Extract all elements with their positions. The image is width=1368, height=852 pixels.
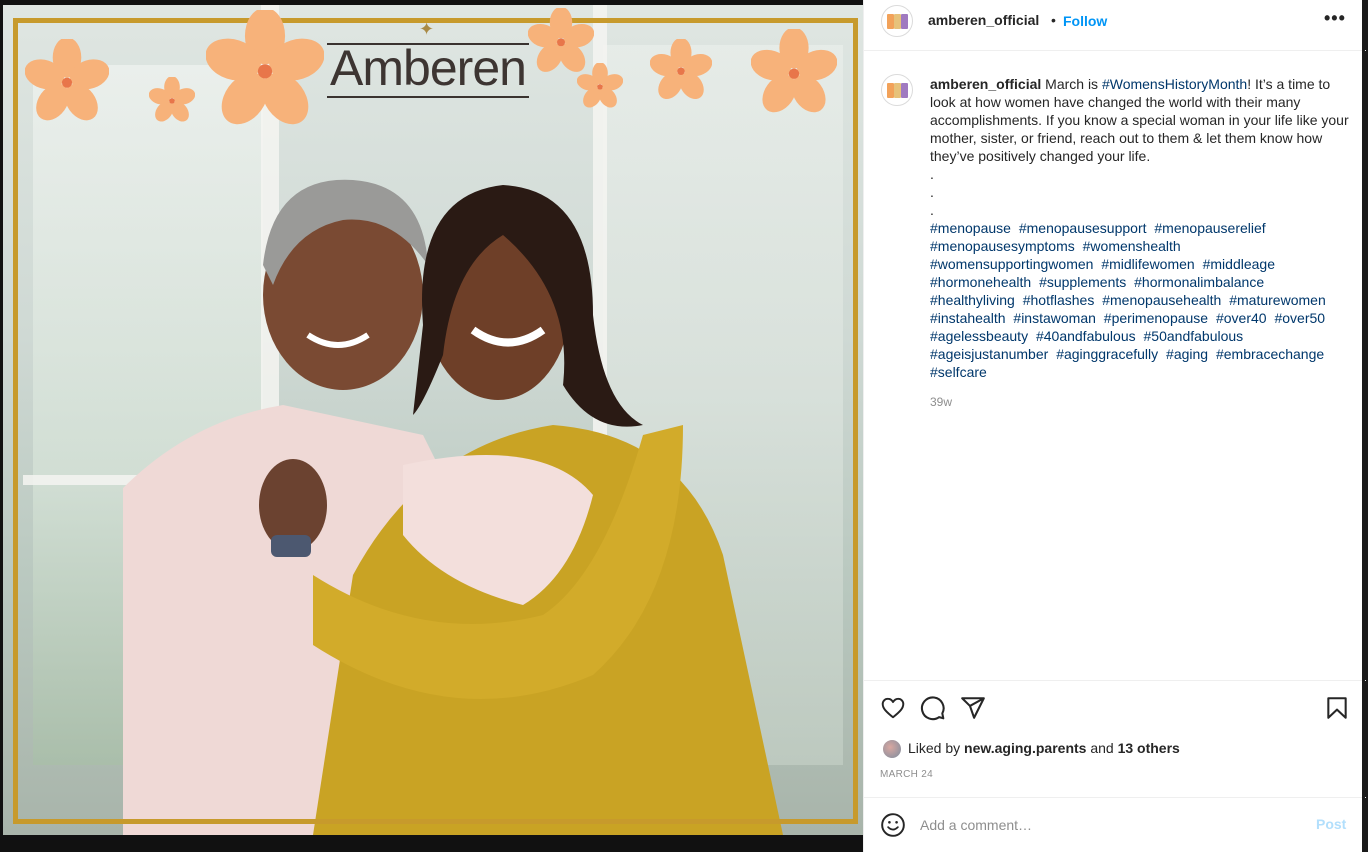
comment-icon[interactable] (920, 695, 946, 721)
brand-logo-text: Amberen (330, 40, 527, 96)
caption-avatar[interactable] (881, 74, 913, 106)
flower-decoration (751, 29, 837, 113)
liked-by-others[interactable]: 13 others (1118, 740, 1180, 756)
hashtag-link[interactable]: #selfcare (930, 364, 987, 380)
hashtag-link[interactable]: #midlifewomen (1101, 256, 1194, 272)
caption-timestamp[interactable]: 39w (930, 395, 952, 409)
brand-logo: ✦ Amberen (323, 17, 533, 98)
more-options-icon[interactable]: ••• (1324, 8, 1346, 29)
hashtag-link[interactable]: #aging (1166, 346, 1208, 362)
comment-bar: Post (864, 797, 1366, 852)
profile-avatar[interactable] (881, 5, 913, 37)
hashtag-link[interactable]: #over40 (1216, 310, 1267, 326)
caption-dots: . . . (930, 165, 1350, 219)
flower-decoration (25, 39, 109, 121)
post-comment-button[interactable]: Post (1316, 816, 1346, 832)
hashtag-link[interactable]: #supplements (1039, 274, 1126, 290)
post-photo: ✦ Amberen (3, 5, 863, 835)
post-details-panel: amberen_official • Follow ••• amberen_of… (863, 0, 1366, 852)
hashtag-link[interactable]: #perimenopause (1104, 310, 1208, 326)
follow-button[interactable]: Follow (1063, 13, 1107, 29)
flower-decoration (149, 77, 195, 122)
hashtag-link[interactable]: #instahealth (930, 310, 1006, 326)
window-edge (1362, 0, 1365, 852)
hashtag-list: #menopause #menopausesupport #menopauser… (930, 219, 1350, 381)
liker-avatar[interactable] (882, 739, 902, 759)
caption-text-before: March is (1045, 76, 1102, 92)
caption-username[interactable]: amberen_official (930, 76, 1041, 92)
flower-decoration (577, 63, 623, 108)
hashtag-link[interactable]: #menopausesupport (1019, 220, 1147, 236)
flower-decoration (650, 39, 712, 100)
caption-dot: . (930, 184, 934, 200)
hashtag-link[interactable]: #middleage (1203, 256, 1275, 272)
comment-input[interactable] (920, 815, 1300, 835)
gold-frame (13, 18, 858, 824)
post-header: amberen_official • Follow ••• (864, 0, 1366, 51)
liked-by-and: and (1090, 740, 1114, 756)
smiley-icon[interactable] (880, 812, 906, 838)
hashtag-link[interactable]: #over50 (1274, 310, 1325, 326)
hashtag-link[interactable]: #womensupportingwomen (930, 256, 1093, 272)
liked-by-user[interactable]: new.aging.parents (964, 740, 1086, 756)
liked-by-prefix: Liked by (908, 740, 961, 756)
hashtag-link[interactable]: #womenshealth (1083, 238, 1181, 254)
hashtag-link[interactable]: #embracechange (1216, 346, 1324, 362)
hashtag-link[interactable]: #aginggracefully (1056, 346, 1158, 362)
hashtag-link[interactable]: #agelessbeauty (930, 328, 1028, 344)
hashtag-link[interactable]: #menopause (930, 220, 1011, 236)
post-date[interactable]: MARCH 24 (880, 769, 933, 780)
header-username[interactable]: amberen_official (928, 12, 1039, 28)
hashtag-link[interactable]: #menopausesymptoms (930, 238, 1075, 254)
hashtag-link[interactable]: #40andfabulous (1036, 328, 1136, 344)
hashtag-link[interactable]: #maturewomen (1229, 292, 1326, 308)
paper-plane-icon[interactable] (960, 695, 986, 721)
caption-hashtag-link[interactable]: #WomensHistoryMonth (1102, 76, 1247, 92)
caption-dot: . (930, 166, 934, 182)
hashtag-link[interactable]: #menopausehealth (1102, 292, 1221, 308)
logo-rule-bottom (327, 96, 529, 98)
header-separator: • (1051, 12, 1056, 28)
bookmark-icon[interactable] (1324, 695, 1350, 721)
dragonfly-icon: ✦ (419, 19, 435, 39)
hashtag-link[interactable]: #hormonehealth (930, 274, 1031, 290)
post-media[interactable]: ✦ Amberen (0, 0, 863, 852)
flower-decoration (206, 10, 324, 125)
hashtag-link[interactable]: #hormonalimbalance (1134, 274, 1264, 290)
caption-dot: . (930, 202, 934, 218)
hashtag-link[interactable]: #ageisjustanumber (930, 346, 1048, 362)
action-bar (864, 680, 1366, 734)
liked-by-summary: Liked by new.aging.parents and 13 others (908, 740, 1180, 756)
hashtag-link[interactable]: #hotflashes (1023, 292, 1095, 308)
hashtag-link[interactable]: #instawoman (1013, 310, 1096, 326)
hashtag-link[interactable]: #50andfabulous (1144, 328, 1244, 344)
post-caption: amberen_official March is #WomensHistory… (930, 75, 1350, 381)
hashtag-link[interactable]: #menopauserelief (1154, 220, 1265, 236)
hashtag-link[interactable]: #healthyliving (930, 292, 1015, 308)
heart-icon[interactable] (880, 695, 906, 721)
